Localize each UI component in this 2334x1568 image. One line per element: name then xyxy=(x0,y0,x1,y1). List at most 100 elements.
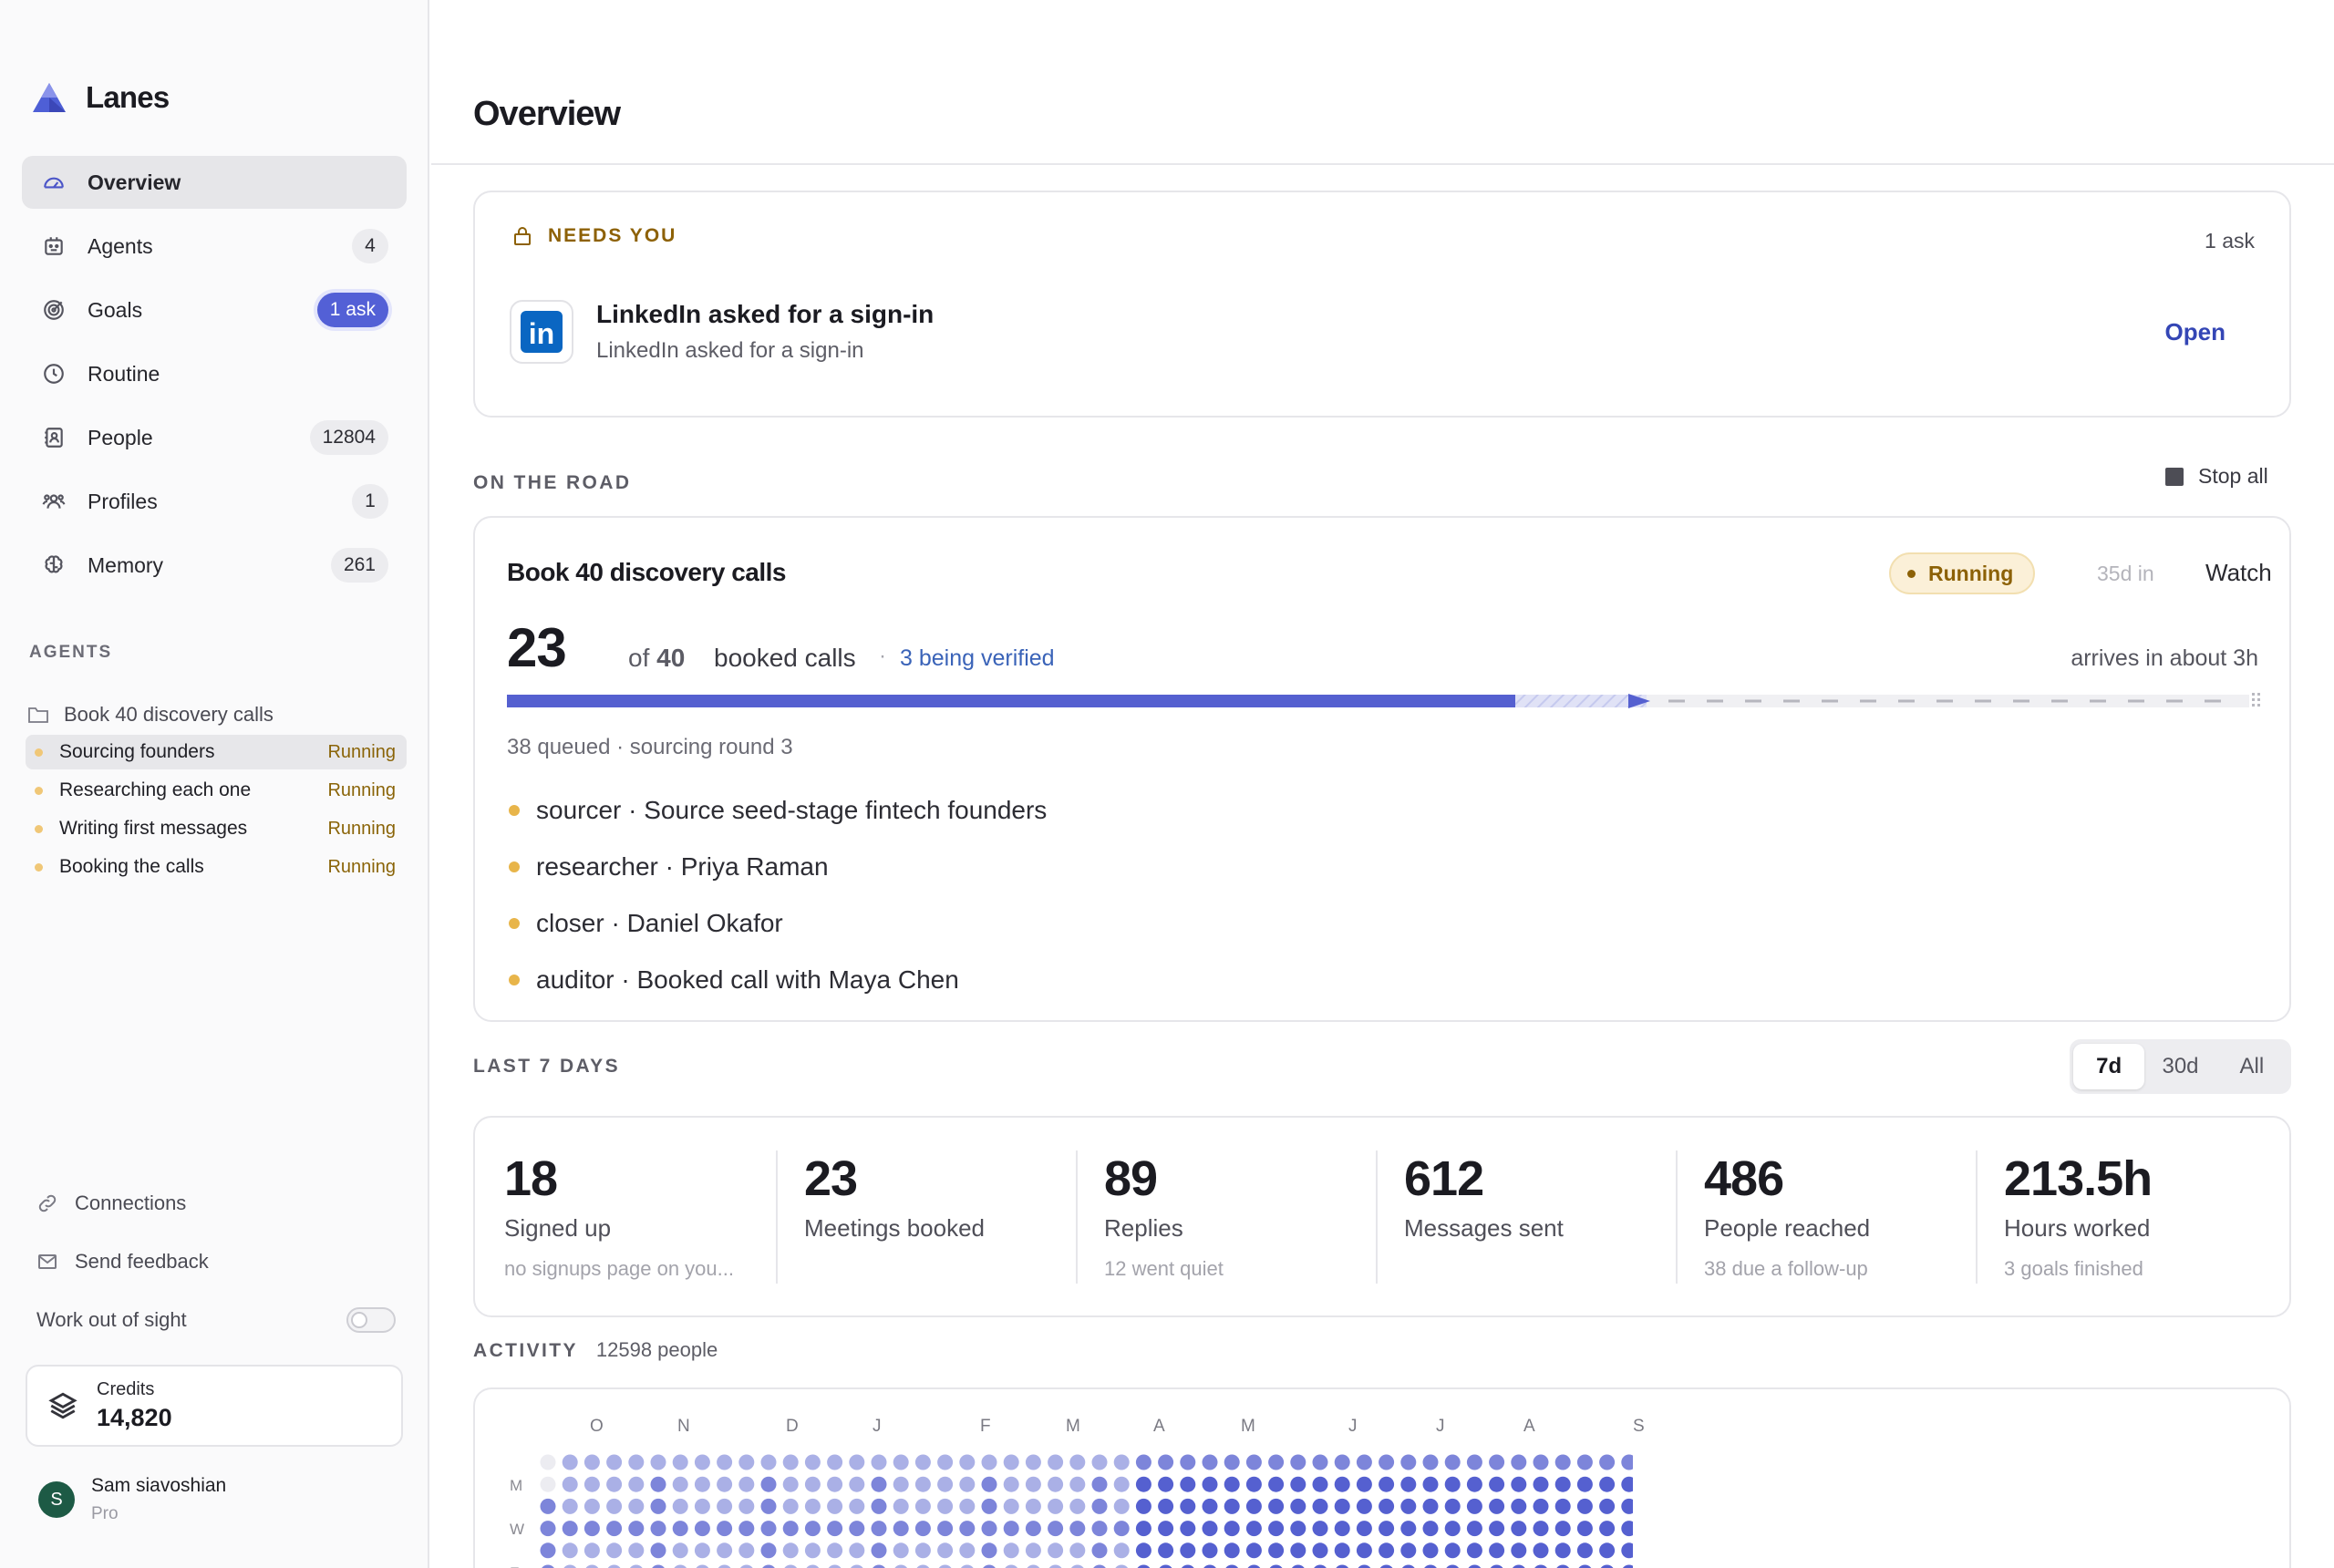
activity-day-cell[interactable] xyxy=(1356,1476,1372,1492)
stat-messages-sent[interactable]: 612 Messages sent xyxy=(1404,1150,1564,1284)
activity-day-cell[interactable] xyxy=(804,1498,821,1514)
activity-day-cell[interactable] xyxy=(584,1476,600,1492)
activity-day-cell[interactable] xyxy=(1224,1542,1240,1559)
activity-day-cell[interactable] xyxy=(1113,1498,1130,1514)
activity-day-cell[interactable] xyxy=(1554,1476,1571,1492)
activity-day-cell[interactable] xyxy=(1444,1476,1461,1492)
activity-day-cell[interactable] xyxy=(1356,1521,1372,1537)
activity-day-cell[interactable] xyxy=(760,1542,777,1559)
activity-day-cell[interactable] xyxy=(1534,1564,1549,1568)
activity-day-cell[interactable] xyxy=(871,1521,887,1537)
activity-day-cell[interactable] xyxy=(915,1564,931,1568)
activity-day-cell[interactable] xyxy=(937,1498,954,1514)
activity-day-cell[interactable] xyxy=(1379,1521,1395,1537)
activity-day-cell[interactable] xyxy=(1422,1521,1439,1537)
activity-day-cell[interactable] xyxy=(650,1454,666,1470)
activity-day-cell[interactable] xyxy=(871,1498,887,1514)
activity-day-cell[interactable] xyxy=(1621,1476,1633,1492)
activity-day-cell[interactable] xyxy=(738,1521,755,1537)
activity-day-cell[interactable] xyxy=(1422,1498,1439,1514)
activity-day-cell[interactable] xyxy=(1599,1476,1616,1492)
activity-day-cell[interactable] xyxy=(1113,1454,1130,1470)
activity-day-cell[interactable] xyxy=(606,1542,623,1559)
range-30d-button[interactable]: 30d xyxy=(2144,1044,2215,1089)
activity-day-cell[interactable] xyxy=(1511,1454,1527,1470)
activity-day-cell[interactable] xyxy=(1334,1476,1350,1492)
activity-day-cell[interactable] xyxy=(1400,1476,1417,1492)
activity-day-cell[interactable] xyxy=(717,1521,733,1537)
activity-day-cell[interactable] xyxy=(606,1498,623,1514)
activity-day-cell[interactable] xyxy=(541,1564,556,1568)
activity-day-cell[interactable] xyxy=(761,1564,777,1568)
activity-day-cell[interactable] xyxy=(937,1521,954,1537)
activity-day-cell[interactable] xyxy=(672,1521,688,1537)
activity-day-cell[interactable] xyxy=(540,1454,556,1470)
activity-day-cell[interactable] xyxy=(914,1542,931,1559)
activity-day-cell[interactable] xyxy=(849,1521,865,1537)
activity-day-cell[interactable] xyxy=(827,1498,843,1514)
activity-day-cell[interactable] xyxy=(1489,1542,1505,1559)
activity-day-cell[interactable] xyxy=(849,1564,864,1568)
activity-day-cell[interactable] xyxy=(804,1542,821,1559)
activity-day-cell[interactable] xyxy=(1048,1498,1064,1514)
activity-day-cell[interactable] xyxy=(1091,1521,1108,1537)
activity-day-cell[interactable] xyxy=(1091,1454,1108,1470)
activity-day-cell[interactable] xyxy=(760,1454,777,1470)
activity-day-cell[interactable] xyxy=(1069,1476,1086,1492)
activity-day-cell[interactable] xyxy=(1224,1498,1240,1514)
activity-day-cell[interactable] xyxy=(1466,1521,1482,1537)
agent-item-booking[interactable]: Booking the calls Running xyxy=(26,850,407,884)
nav-item-profiles[interactable]: Profiles 1 xyxy=(22,475,407,528)
activity-day-cell[interactable] xyxy=(1335,1564,1350,1568)
activity-day-cell[interactable] xyxy=(1577,1564,1593,1568)
activity-day-cell[interactable] xyxy=(540,1542,556,1559)
activity-day-cell[interactable] xyxy=(914,1498,931,1514)
activity-day-cell[interactable] xyxy=(849,1542,865,1559)
activity-day-cell[interactable] xyxy=(1158,1564,1173,1568)
activity-day-cell[interactable] xyxy=(606,1521,623,1537)
activity-day-cell[interactable] xyxy=(805,1564,821,1568)
activity-day-cell[interactable] xyxy=(694,1542,710,1559)
activity-day-cell[interactable] xyxy=(981,1454,997,1470)
activity-day-cell[interactable] xyxy=(1533,1542,1549,1559)
activity-day-cell[interactable] xyxy=(914,1521,931,1537)
activity-day-cell[interactable] xyxy=(1554,1521,1571,1537)
activity-day-cell[interactable] xyxy=(1489,1564,1504,1568)
activity-day-cell[interactable] xyxy=(1180,1476,1196,1492)
activity-day-cell[interactable] xyxy=(1312,1454,1328,1470)
activity-day-cell[interactable] xyxy=(1400,1564,1416,1568)
agent-group-header[interactable]: Book 40 discovery calls xyxy=(27,698,407,731)
activity-day-cell[interactable] xyxy=(1290,1476,1306,1492)
activity-day-cell[interactable] xyxy=(1202,1498,1218,1514)
activity-day-cell[interactable] xyxy=(562,1521,578,1537)
connections-link[interactable]: Connections xyxy=(26,1182,408,1224)
activity-day-cell[interactable] xyxy=(959,1542,976,1559)
activity-day-cell[interactable] xyxy=(849,1476,865,1492)
activity-day-cell[interactable] xyxy=(1025,1454,1041,1470)
activity-day-cell[interactable] xyxy=(1290,1564,1306,1568)
activity-day-cell[interactable] xyxy=(760,1521,777,1537)
stat-people-reached[interactable]: 486 People reached 38 due a follow-up xyxy=(1704,1150,1870,1284)
activity-day-cell[interactable] xyxy=(1621,1498,1633,1514)
activity-day-cell[interactable] xyxy=(1092,1564,1108,1568)
activity-day-cell[interactable] xyxy=(606,1454,623,1470)
activity-day-cell[interactable] xyxy=(782,1476,799,1492)
activity-day-cell[interactable] xyxy=(1003,1454,1019,1470)
activity-day-cell[interactable] xyxy=(1422,1476,1439,1492)
activity-day-cell[interactable] xyxy=(1313,1564,1328,1568)
activity-day-cell[interactable] xyxy=(1599,1454,1616,1470)
activity-day-cell[interactable] xyxy=(1158,1542,1174,1559)
activity-day-cell[interactable] xyxy=(1202,1521,1218,1537)
activity-day-cell[interactable] xyxy=(562,1476,578,1492)
task-item[interactable]: researcher · Priya Raman xyxy=(507,839,1047,895)
activity-day-cell[interactable] xyxy=(1422,1542,1439,1559)
activity-day-cell[interactable] xyxy=(1554,1498,1571,1514)
activity-day-cell[interactable] xyxy=(827,1521,843,1537)
activity-day-cell[interactable] xyxy=(562,1542,578,1559)
activity-day-cell[interactable] xyxy=(1290,1542,1306,1559)
activity-day-cell[interactable] xyxy=(584,1498,600,1514)
activity-day-cell[interactable] xyxy=(1444,1454,1461,1470)
activity-day-cell[interactable] xyxy=(584,1521,600,1537)
activity-day-cell[interactable] xyxy=(1245,1476,1262,1492)
activity-day-cell[interactable] xyxy=(1224,1521,1240,1537)
